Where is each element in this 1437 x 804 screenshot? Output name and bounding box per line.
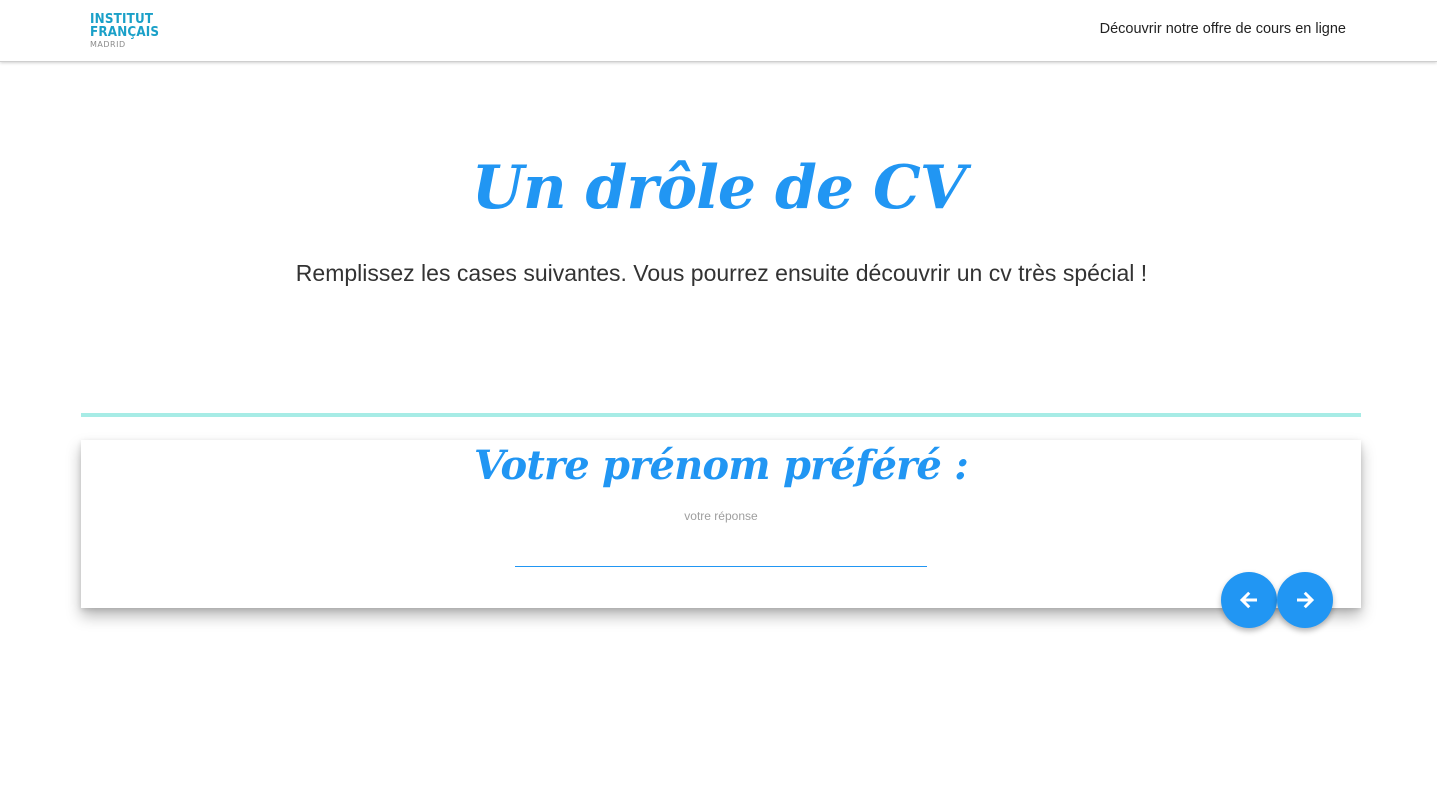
question-title: Votre prénom préféré :	[473, 442, 969, 489]
arrow-left-icon	[1239, 591, 1257, 609]
logo-line-3: MADRID	[90, 40, 126, 49]
site-header: INSTITUT FRANÇAIS MADRID Découvrir notre…	[0, 0, 1437, 62]
answer-label: votre réponse	[684, 509, 758, 523]
online-courses-link[interactable]: Découvrir notre offre de cours en ligne	[1100, 21, 1346, 37]
answer-input[interactable]	[515, 536, 927, 567]
logo-line-2: FRANÇAIS	[90, 25, 160, 40]
institut-francais-logo[interactable]: INSTITUT FRANÇAIS MADRID	[90, 13, 170, 55]
question-card: Votre prénom préféré : votre réponse	[81, 440, 1361, 608]
section-divider	[81, 413, 1361, 417]
page-subtitle: Remplissez les cases suivantes. Vous pou…	[295, 260, 1148, 286]
previous-button[interactable]	[1221, 572, 1277, 628]
arrow-right-icon	[1297, 591, 1315, 609]
next-button[interactable]	[1277, 572, 1333, 628]
page-title: Un drôle de CV	[471, 153, 967, 223]
